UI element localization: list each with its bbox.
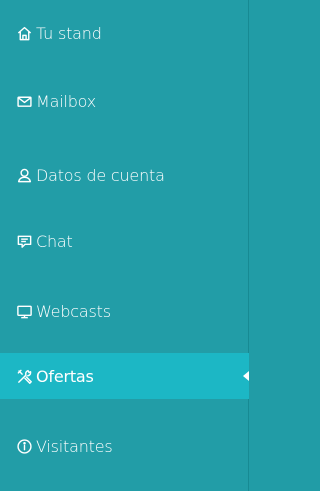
sidebar-item-label: Mailbox [36, 91, 97, 111]
sidebar-item-label: Ofertas [36, 366, 94, 386]
mail-icon [16, 93, 33, 110]
sidebar-item-tu-stand[interactable]: Tu stand [0, 10, 249, 56]
sidebar-item-chat[interactable]: Chat [0, 218, 249, 264]
sidebar-item-datos-de-cuenta[interactable]: Datos de cuenta [0, 152, 249, 198]
sidebar-item-label: Visitantes [36, 436, 113, 456]
sidebar-item-label: Webcasts [36, 301, 111, 321]
active-indicator-caret [243, 371, 249, 381]
sidebar-item-visitantes[interactable]: Visitantes [0, 423, 249, 469]
sidebar-item-label: Datos de cuenta [36, 165, 165, 185]
sidebar-item-mailbox[interactable]: Mailbox [0, 78, 249, 124]
sidebar-item-ofertas[interactable]: Ofertas [0, 353, 249, 399]
sidebar-item-label: Tu stand [36, 23, 102, 43]
monitor-icon [16, 303, 33, 320]
tools-icon [16, 368, 33, 385]
sidebar-item-label: Chat [36, 231, 73, 251]
chat-icon [16, 233, 33, 250]
sidebar-nav: Tu stand Mailbox Datos de cuenta Chat We… [0, 0, 249, 491]
user-icon [16, 167, 33, 184]
home-icon [16, 25, 33, 42]
sidebar-item-webcasts[interactable]: Webcasts [0, 288, 249, 334]
info-icon [16, 438, 33, 455]
